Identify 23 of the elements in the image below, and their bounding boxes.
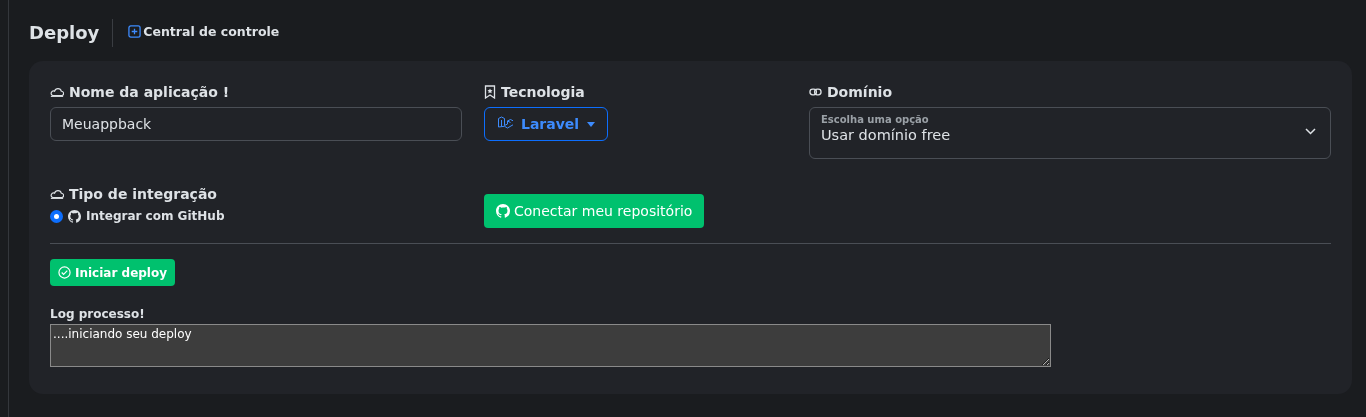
check-circle-icon xyxy=(58,266,71,279)
cloud-icon xyxy=(50,86,64,98)
field-label: Tipo de integração xyxy=(69,186,217,202)
domain-select[interactable]: Escolha uma opção Usar domínio free xyxy=(809,107,1331,159)
log-textarea[interactable]: ....iniciando seu deploy xyxy=(50,324,1051,367)
control-center-link[interactable]: Central de controle xyxy=(128,23,280,39)
technology-dropdown[interactable]: Laravel xyxy=(484,107,609,141)
cloud-icon xyxy=(50,188,64,200)
radio-label: Integrar com GitHub xyxy=(86,209,225,223)
app-name-field[interactable]: Meuappback xyxy=(50,107,462,141)
plus-square-icon xyxy=(128,24,142,38)
bookmark-star-icon xyxy=(484,85,496,99)
field-label: Tecnologia xyxy=(501,84,585,100)
caret-icon xyxy=(587,121,596,127)
page-title: Deploy xyxy=(29,19,114,47)
chevron-down-icon xyxy=(1305,128,1316,135)
field-label: Nome da aplicação ! xyxy=(69,84,230,100)
link-icon xyxy=(809,88,822,96)
field-label: Domínio xyxy=(827,84,892,100)
github-icon xyxy=(68,209,81,223)
log-label: Log processo! xyxy=(50,307,146,321)
radio-button[interactable] xyxy=(50,209,63,223)
github-icon xyxy=(496,204,510,218)
